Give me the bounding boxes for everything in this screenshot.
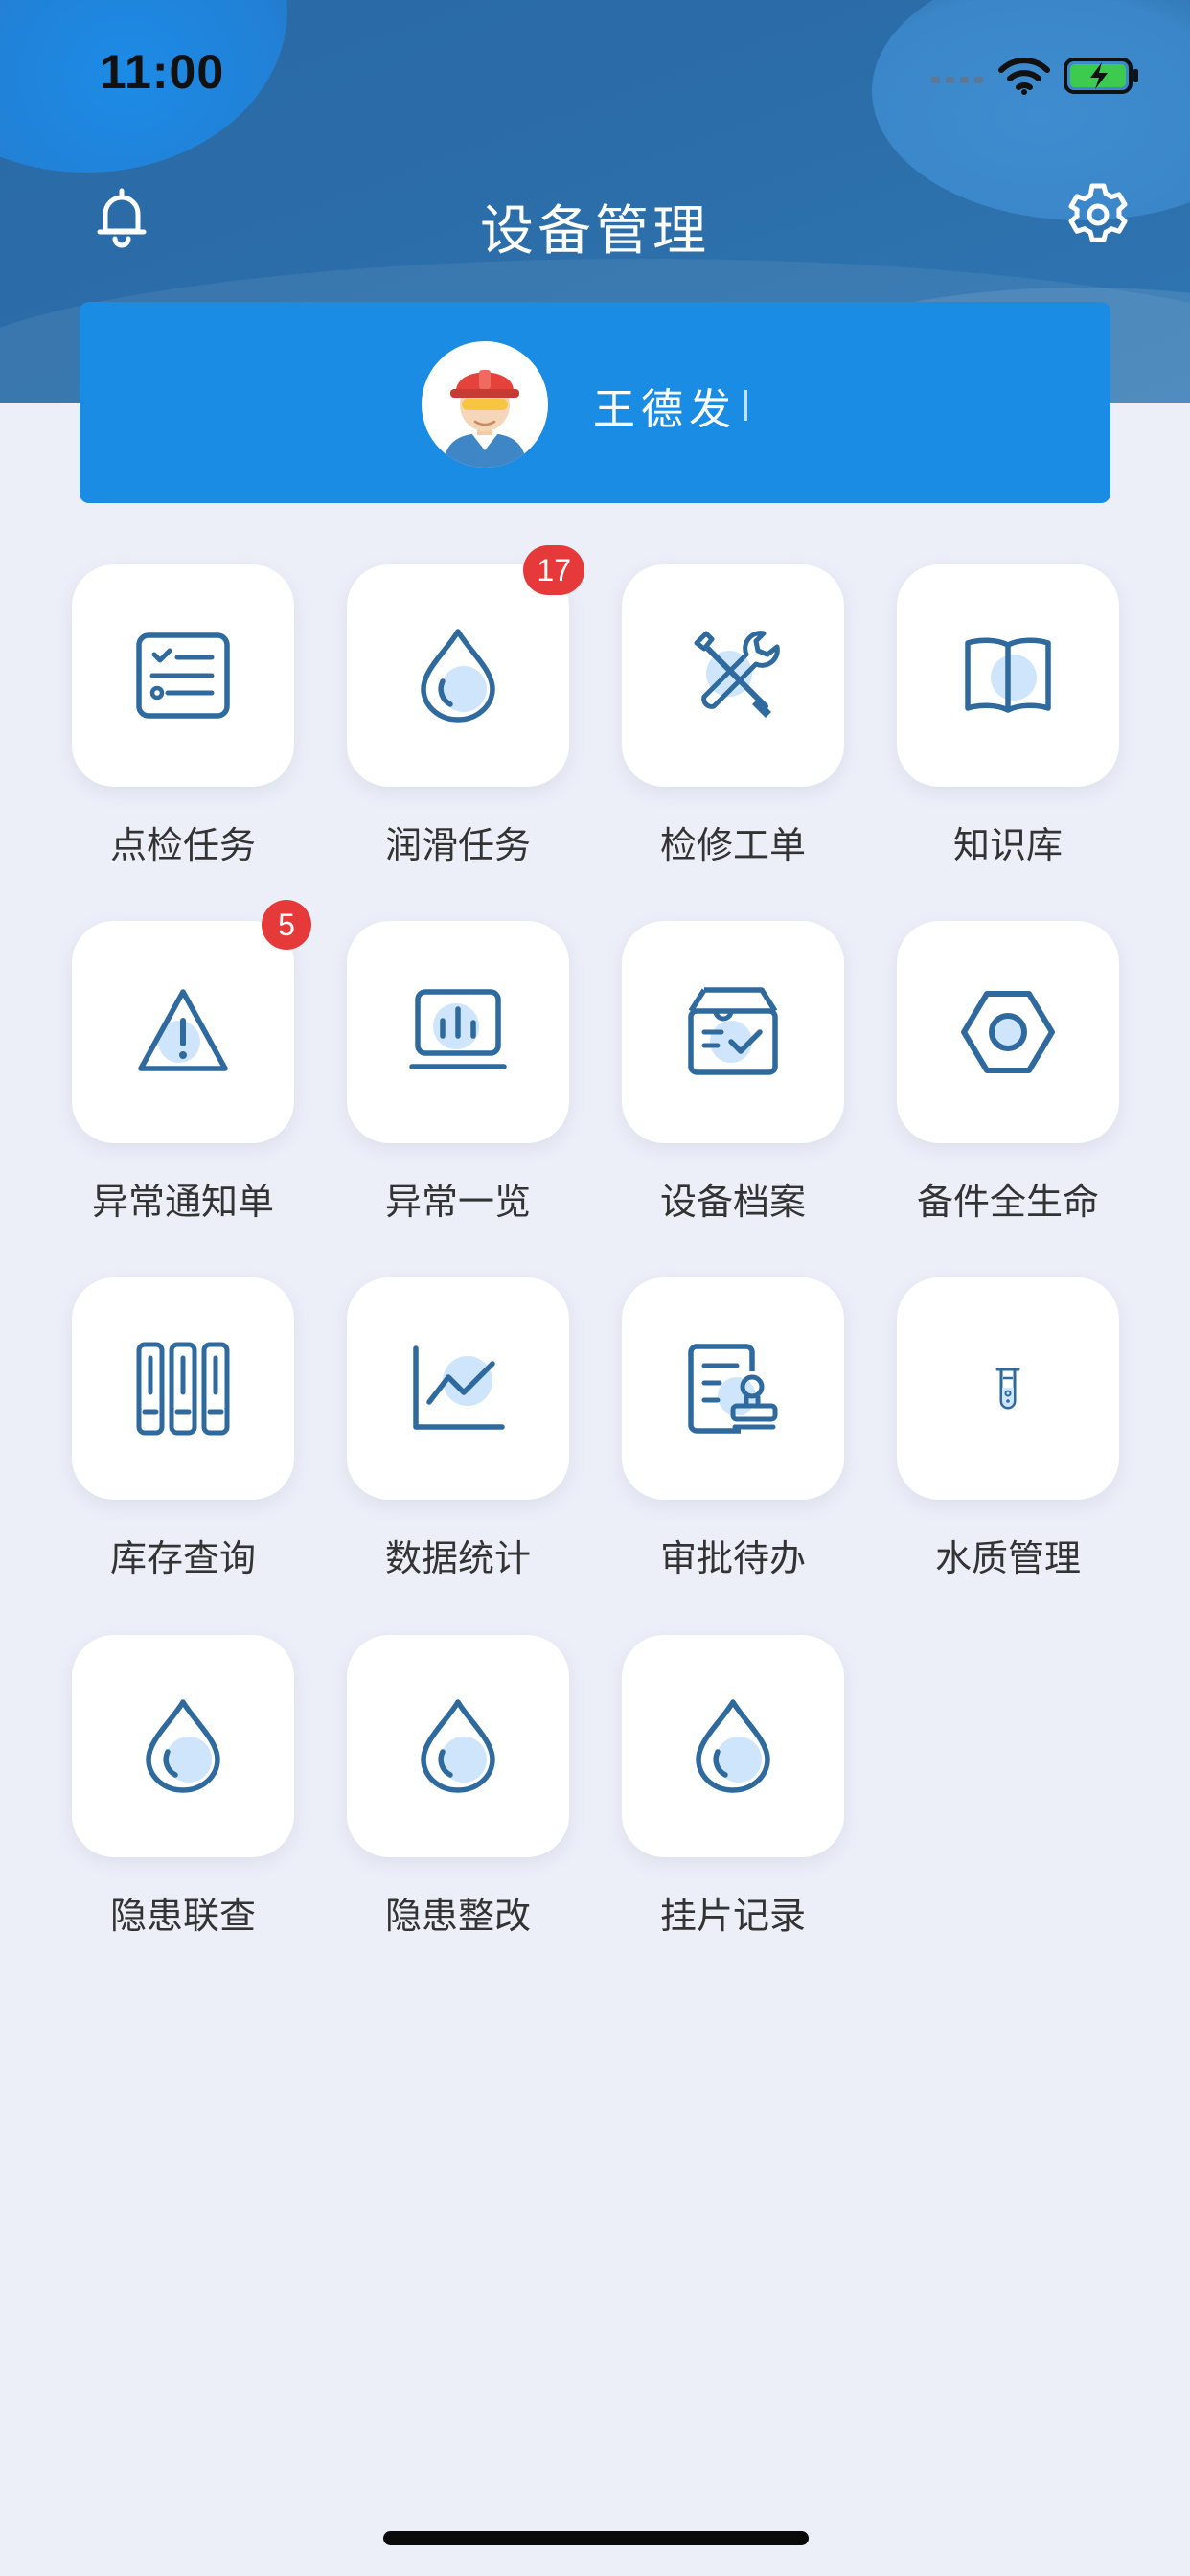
page-title: 设备管理 — [480, 200, 710, 263]
menu-item-label: 库存查询 — [109, 1537, 256, 1579]
worker-avatar-icon — [422, 341, 548, 468]
drop-icon — [421, 1699, 495, 1793]
menu-item-knowledge-base[interactable]: 知识库 — [897, 564, 1119, 868]
status-icons — [931, 52, 1140, 100]
menu-item-label: 检修工单 — [659, 824, 806, 866]
hex-nut-icon — [961, 991, 1055, 1073]
warning-icon — [138, 989, 228, 1071]
menu-item-label: 设备档案 — [659, 1181, 806, 1223]
menu-item-label: 异常一览 — [384, 1181, 531, 1223]
status-time: 11:00 — [100, 45, 225, 99]
gear-icon[interactable] — [1065, 182, 1131, 247]
menu-item-hazard-rectification[interactable]: 隐患整改 — [347, 1635, 569, 1939]
device-management-screen: 11:00 设备管理 王德发 点检任务 17 润滑任务 检修工单 知识库 5 异… — [0, 0, 1190, 2576]
lubrication-badge: 17 — [523, 545, 584, 595]
menu-item-label: 审批待办 — [659, 1537, 806, 1579]
menu-item-abnormal-overview[interactable]: 异常一览 — [347, 921, 569, 1225]
menu-item-repair-order[interactable]: 检修工单 — [622, 564, 844, 868]
user-card[interactable]: 王德发 — [80, 302, 1110, 503]
oil-drop-icon — [421, 629, 495, 723]
archive-box-icon — [688, 987, 778, 1075]
menu-item-data-statistics[interactable]: 数据统计 — [347, 1277, 569, 1581]
menu-item-spare-parts-lifecycle[interactable]: 备件全生命 — [897, 921, 1119, 1225]
home-indicator[interactable] — [383, 2531, 809, 2545]
menu-item-label: 知识库 — [952, 824, 1063, 866]
menu-item-label: 异常通知单 — [91, 1181, 274, 1223]
book-icon — [965, 637, 1051, 713]
battery-charging-icon — [1064, 58, 1138, 94]
user-name: 王德发 — [593, 385, 737, 434]
menu-item-hazard-joint-check[interactable]: 隐患联查 — [72, 1635, 294, 1939]
menu-item-abnormal-notice[interactable]: 5 异常通知单 — [72, 900, 311, 1225]
menu-item-equipment-archive[interactable]: 设备档案 — [622, 921, 844, 1225]
menu-item-inventory-query[interactable]: 库存查询 — [72, 1277, 294, 1581]
text-cursor — [744, 390, 747, 421]
menu-item-label: 挂片记录 — [659, 1895, 806, 1937]
menu-item-label: 隐患整改 — [384, 1895, 531, 1937]
menu-item-label: 备件全生命 — [916, 1181, 1099, 1223]
line-chart-icon — [413, 1346, 505, 1430]
wifi-icon — [998, 58, 1050, 95]
monitor-chart-icon — [409, 989, 507, 1070]
menu-item-label: 润滑任务 — [384, 824, 531, 866]
drop-icon — [146, 1699, 220, 1793]
binders-icon — [136, 1342, 230, 1436]
approval-stamp-icon — [688, 1344, 778, 1434]
menu-item-label: 数据统计 — [384, 1537, 531, 1579]
checklist-icon — [136, 632, 230, 719]
wrench-screwdriver-icon — [694, 631, 780, 718]
menu-item-label: 水质管理 — [934, 1537, 1081, 1579]
menu-item-lubrication-task[interactable]: 17 润滑任务 — [347, 545, 584, 868]
menu-item-inspection-task[interactable]: 点检任务 — [72, 564, 294, 868]
menu-item-label: 点检任务 — [109, 824, 256, 866]
test-tube-icon — [995, 1368, 1020, 1410]
menu-item-label: 隐患联查 — [109, 1895, 256, 1937]
menu-item-approval-pending[interactable]: 审批待办 — [622, 1277, 844, 1581]
drop-icon — [696, 1699, 770, 1793]
menu-item-water-quality[interactable]: 水质管理 — [897, 1277, 1119, 1581]
abnormal-badge: 5 — [262, 900, 311, 950]
menu-item-coupon-record[interactable]: 挂片记录 — [622, 1635, 844, 1939]
cellular-signal-icon — [931, 77, 983, 83]
